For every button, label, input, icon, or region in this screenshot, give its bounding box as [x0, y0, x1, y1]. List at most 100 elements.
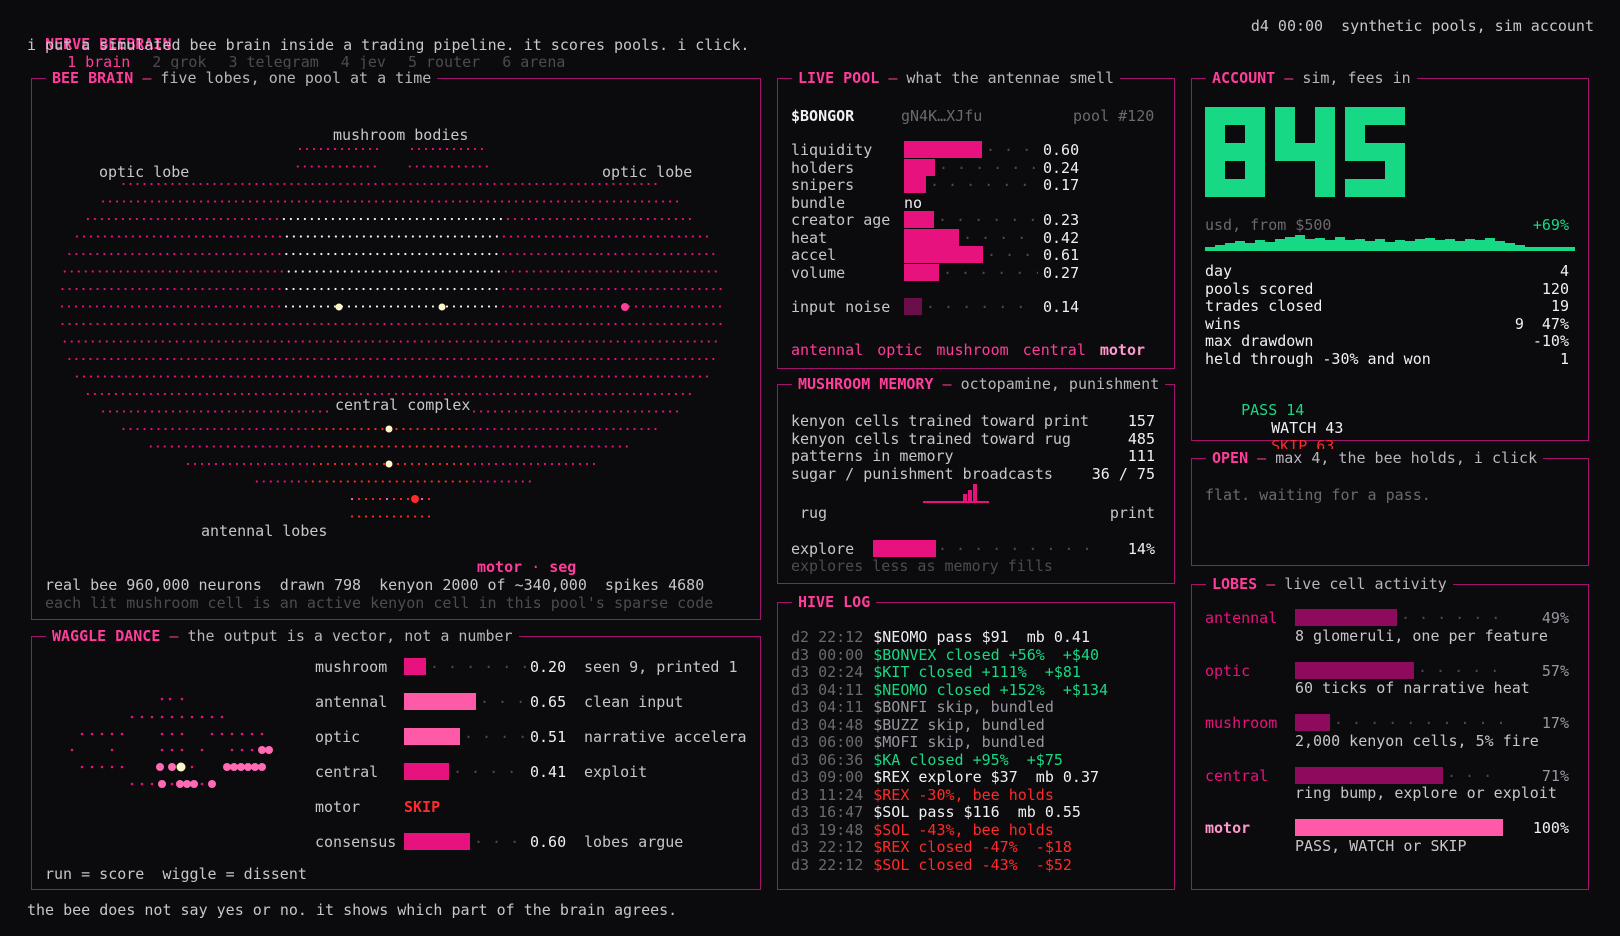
neuron: [528, 480, 531, 483]
neuron: [96, 252, 99, 256]
neuron: [74, 305, 78, 308]
neuron: [577, 427, 580, 431]
neuron: [75, 322, 78, 326]
neuron: [634, 305, 638, 308]
neuron: [670, 375, 673, 378]
neuron: [445, 462, 449, 466]
neuron: [518, 340, 521, 343]
neuron: [472, 410, 476, 413]
neuron: [380, 217, 383, 221]
neuron: [289, 392, 292, 396]
neuron: [551, 357, 554, 361]
neuron: [345, 217, 348, 221]
neuron: [312, 147, 316, 151]
neuron: [529, 462, 533, 466]
neuron: [536, 462, 540, 466]
tab-arena[interactable]: 6 arena: [502, 53, 565, 71]
neuron: [380, 445, 383, 448]
neuron: [467, 235, 470, 238]
neuron: [443, 217, 446, 221]
neuron: [619, 182, 622, 186]
feature-label: holders: [791, 158, 855, 177]
neuron: [154, 270, 157, 273]
neuron: [488, 235, 491, 238]
explore-track: · · · · · · · · · · · · · · · · · · · · …: [938, 540, 1092, 558]
neuron: [626, 182, 629, 186]
lobe-tag-antennal[interactable]: antennal: [791, 341, 863, 359]
neuron: [506, 392, 509, 396]
neuron: [609, 340, 612, 343]
neuron: [544, 375, 547, 378]
neuron: [515, 305, 519, 308]
neuron: [273, 340, 276, 343]
neuron: [429, 392, 432, 396]
neuron: [675, 200, 679, 203]
neuron: [446, 322, 449, 326]
neuron: [522, 462, 526, 466]
neuron: [619, 200, 623, 203]
lobe-tag-central[interactable]: central: [1023, 341, 1086, 359]
neuron: [628, 287, 631, 291]
neuron: [681, 217, 684, 221]
lobe-tag-optic[interactable]: optic: [877, 341, 922, 359]
neuron: [383, 252, 386, 256]
neuron: [474, 357, 477, 361]
neuron: [572, 375, 575, 378]
neuron: [374, 480, 377, 483]
neuron: [89, 252, 92, 256]
neuron: [611, 392, 614, 396]
neuron: [551, 235, 554, 238]
neuron: [129, 200, 133, 203]
neuron: [378, 340, 381, 343]
neuron: [656, 252, 659, 256]
neuron: [214, 305, 218, 308]
neuron: [487, 305, 491, 308]
neuron: [133, 270, 136, 273]
neuron: [101, 410, 105, 413]
neuron: [567, 340, 570, 343]
neuron: [369, 375, 372, 378]
lobe-tag-motor[interactable]: motor: [1100, 341, 1145, 359]
neuron: [581, 270, 584, 273]
log-text: $NEOMO pass $91 mb 0.41: [873, 628, 1090, 646]
neuron: [418, 375, 421, 378]
neuron: [220, 200, 224, 203]
neuron: [450, 392, 453, 396]
neuron: [577, 410, 581, 413]
neuron: [455, 270, 458, 273]
neuron: [592, 462, 596, 466]
lobe-tag-mushroom[interactable]: mushroom: [936, 341, 1008, 359]
neuron: [479, 200, 483, 203]
neuron: [502, 375, 505, 378]
neuron: [185, 182, 188, 186]
neuron: [452, 462, 456, 466]
account-stat-label: held through -30% and won: [1205, 349, 1431, 368]
neuron: [448, 270, 451, 273]
neuron: [681, 392, 684, 396]
neuron: [550, 462, 554, 466]
neuron: [368, 462, 372, 466]
neuron: [332, 200, 336, 203]
neuron: [311, 480, 314, 483]
neuron: [513, 217, 516, 221]
neuron: [597, 392, 600, 396]
neuron: [602, 270, 605, 273]
neuron: [361, 305, 365, 308]
lobe-pct: 71%: [1541, 766, 1569, 785]
neuron: [185, 200, 189, 203]
neuron: [233, 392, 236, 396]
neuron: [399, 515, 403, 518]
neuron: [385, 340, 388, 343]
neuron: [163, 392, 166, 396]
neuron: [423, 427, 426, 431]
neuron: [191, 217, 194, 221]
neuron: [140, 270, 143, 273]
neuron: [159, 357, 162, 361]
neuron-motor: [411, 495, 419, 503]
neuron: [395, 200, 399, 203]
neuron: [642, 252, 645, 256]
neuron: [570, 410, 574, 413]
neuron: [170, 445, 173, 448]
neuron: [227, 200, 231, 203]
neuron: [224, 270, 227, 273]
